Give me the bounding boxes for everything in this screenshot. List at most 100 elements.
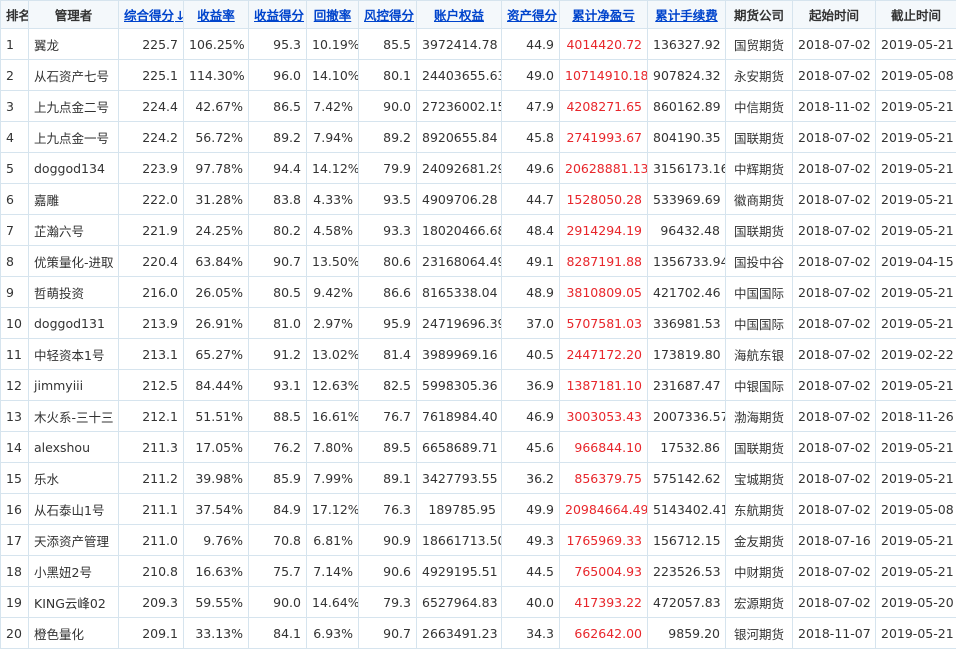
table-cell: 47.9 bbox=[501, 90, 560, 122]
table-cell: 6.93% bbox=[306, 617, 359, 649]
table-cell: 33.13% bbox=[183, 617, 249, 649]
table-cell: 45.8 bbox=[501, 121, 560, 153]
column-header-label: 排名 bbox=[6, 8, 28, 23]
table-cell: 2019-05-21 bbox=[875, 152, 956, 184]
table-cell: 2019-05-21 bbox=[875, 555, 956, 587]
table-cell: 34.3 bbox=[501, 617, 560, 649]
column-header-label[interactable]: 收益率 bbox=[197, 8, 235, 23]
table-cell: 18020466.68 bbox=[416, 214, 502, 246]
table-cell: 84.9 bbox=[248, 493, 307, 525]
manager-name-cell: 从石泰山1号 bbox=[28, 493, 119, 525]
table-cell: 189785.95 bbox=[416, 493, 502, 525]
table-cell: 14 bbox=[0, 431, 29, 463]
table-cell: 2018-07-02 bbox=[792, 245, 876, 277]
table-row: 20 橙色量化 209.1 33.13% 84.1 6.93% 90.7 2663491.23… bbox=[0, 617, 956, 649]
table-row: 6 嘉雕 222.0 31.28% 83.8 4.33% 93.5 4909706.28 44.… bbox=[0, 183, 956, 215]
table-cell: 89.1 bbox=[358, 462, 417, 494]
manager-name-cell: doggod134 bbox=[28, 152, 119, 184]
column-header-label[interactable]: 账户权益 bbox=[434, 8, 484, 23]
table-cell: 4014420.72 bbox=[559, 28, 648, 60]
manager-name-cell: 从石资产七号 bbox=[28, 59, 119, 91]
table-cell: 2018-07-02 bbox=[792, 214, 876, 246]
table-row: 16 从石泰山1号 211.1 37.54% 84.9 17.12% 76.3 189785.… bbox=[0, 493, 956, 525]
table-cell: 宝城期货 bbox=[725, 462, 793, 494]
table-cell: 国联期货 bbox=[725, 214, 793, 246]
table-row: 7 芷瀚六号 221.9 24.25% 80.2 4.58% 93.3 18020466.68… bbox=[0, 214, 956, 246]
column-header-label: 管理者 bbox=[54, 8, 93, 23]
table-cell: 1387181.10 bbox=[559, 369, 648, 401]
table-cell: 2018-07-02 bbox=[792, 586, 876, 618]
table-cell: 95.3 bbox=[248, 28, 307, 60]
table-header: 排名 管理者 综合得分↓ 收益率 收益得分回撤率风控得分 账户权益 资产得分累计净盈亏 累计手… bbox=[0, 0, 956, 29]
table-row: 15 乐水 211.2 39.98% 85.9 7.99% 89.1 3427793.55 36… bbox=[0, 462, 956, 494]
table-cell: 90.0 bbox=[248, 586, 307, 618]
column-header-label[interactable]: 回撤率 bbox=[314, 8, 352, 23]
table-cell: 7618984.40 bbox=[416, 400, 502, 432]
table-cell: 2447172.20 bbox=[559, 338, 648, 370]
column-header-5[interactable]: 回撤率 bbox=[306, 0, 359, 29]
table-cell: 12 bbox=[0, 369, 29, 401]
column-header-label[interactable]: 累计净盈亏 bbox=[572, 8, 635, 23]
manager-name-cell: 优策量化-进取 bbox=[28, 245, 119, 277]
table-cell: 7.99% bbox=[306, 462, 359, 494]
manager-name-cell: KING云峰02 bbox=[28, 586, 119, 618]
table-cell: 40.0 bbox=[501, 586, 560, 618]
table-cell: 2018-07-02 bbox=[792, 431, 876, 463]
column-header-11: 期货公司 bbox=[725, 0, 793, 29]
table-cell: 10 bbox=[0, 307, 29, 339]
table-cell: 3972414.78 bbox=[416, 28, 502, 60]
table-cell: 56.72% bbox=[183, 121, 249, 153]
table-cell: 9859.20 bbox=[647, 617, 726, 649]
table-cell: 2019-05-21 bbox=[875, 276, 956, 308]
column-header-3[interactable]: 收益率 bbox=[183, 0, 249, 29]
column-header-7[interactable]: 账户权益 bbox=[416, 0, 502, 29]
table-cell: 2019-05-21 bbox=[875, 214, 956, 246]
table-cell: 2018-07-02 bbox=[792, 400, 876, 432]
table-cell: 18661713.50 bbox=[416, 524, 502, 556]
table-cell: 东航期货 bbox=[725, 493, 793, 525]
table-cell: 2019-05-21 bbox=[875, 369, 956, 401]
table-cell: 90.7 bbox=[248, 245, 307, 277]
column-header-label[interactable]: 风控得分 bbox=[364, 8, 414, 23]
table-cell: 国联期货 bbox=[725, 431, 793, 463]
table-body: 1 翼龙 225.7 106.25% 95.3 10.19% 85.5 3972414.78 4… bbox=[0, 28, 956, 649]
column-header-9[interactable]: 累计净盈亏 bbox=[559, 0, 648, 29]
column-header-4[interactable]: 收益得分 bbox=[248, 0, 307, 29]
table-cell: 国投中谷 bbox=[725, 245, 793, 277]
table-cell: 765004.93 bbox=[559, 555, 648, 587]
manager-name-cell: jimmyiii bbox=[28, 369, 119, 401]
table-cell: 16 bbox=[0, 493, 29, 525]
table-cell: 211.0 bbox=[118, 524, 184, 556]
column-header-8[interactable]: 资产得分 bbox=[501, 0, 560, 29]
column-header-2[interactable]: 综合得分↓ bbox=[118, 0, 184, 29]
table-cell: 156712.15 bbox=[647, 524, 726, 556]
column-header-label[interactable]: 资产得分 bbox=[507, 8, 557, 23]
sort-desc-arrow-icon[interactable]: ↓ bbox=[175, 8, 182, 23]
table-cell: 2019-04-15 bbox=[875, 245, 956, 277]
column-header-6[interactable]: 风控得分 bbox=[358, 0, 417, 29]
column-header-label[interactable]: 累计手续费 bbox=[655, 8, 718, 23]
table-cell: 211.1 bbox=[118, 493, 184, 525]
table-row: 14 alexshou 211.3 17.05% 76.2 7.80% 89.5 665868… bbox=[0, 431, 956, 463]
column-header-label[interactable]: 综合得分 bbox=[124, 8, 174, 23]
table-cell: 24719696.39 bbox=[416, 307, 502, 339]
table-cell: 3003053.43 bbox=[559, 400, 648, 432]
table-cell: 51.51% bbox=[183, 400, 249, 432]
table-cell: 13.50% bbox=[306, 245, 359, 277]
table-cell: 114.30% bbox=[183, 59, 249, 91]
table-cell: 231687.47 bbox=[647, 369, 726, 401]
table-cell: 2914294.19 bbox=[559, 214, 648, 246]
table-cell: 48.9 bbox=[501, 276, 560, 308]
column-header-label[interactable]: 收益得分 bbox=[254, 8, 304, 23]
column-header-10[interactable]: 累计手续费 bbox=[647, 0, 726, 29]
table-cell: 2019-05-21 bbox=[875, 431, 956, 463]
column-header-label: 起始时间 bbox=[808, 8, 859, 23]
table-cell: 417393.22 bbox=[559, 586, 648, 618]
table-cell: 83.8 bbox=[248, 183, 307, 215]
table-cell: 3989969.16 bbox=[416, 338, 502, 370]
table-cell: 2018-07-02 bbox=[792, 121, 876, 153]
table-cell: 20628881.13 bbox=[559, 152, 648, 184]
table-cell: 213.9 bbox=[118, 307, 184, 339]
table-cell: 223.9 bbox=[118, 152, 184, 184]
table-cell: 2 bbox=[0, 59, 29, 91]
